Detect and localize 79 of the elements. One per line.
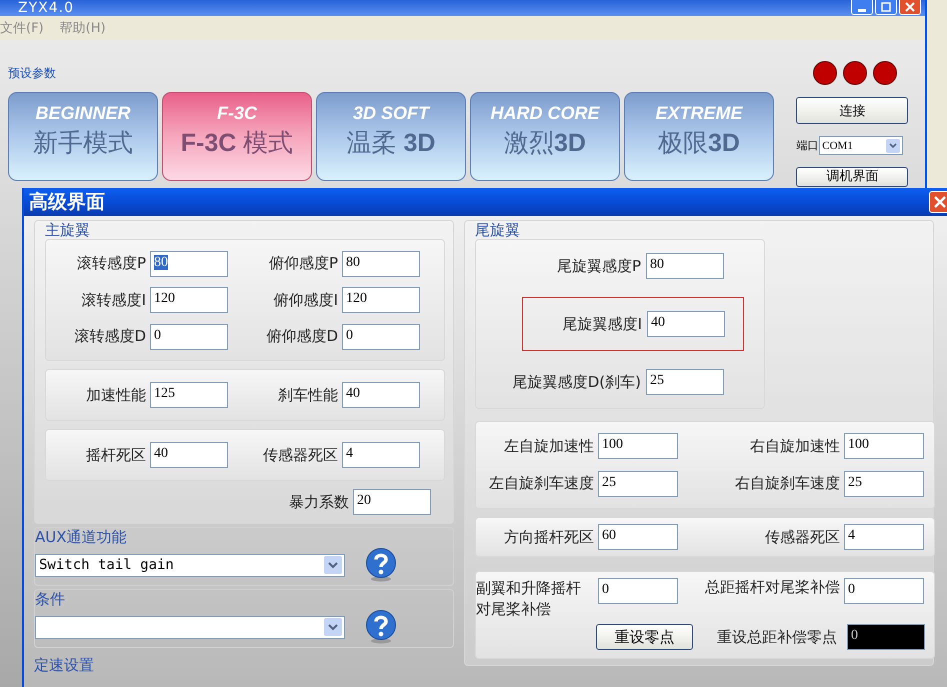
field-label: 刹车性能 bbox=[277, 386, 338, 404]
field-label: 尾旋翼感度I bbox=[562, 314, 642, 334]
input-field[interactable]: 40 bbox=[647, 311, 725, 337]
group-label: 尾旋翼 bbox=[475, 221, 521, 239]
field-label: 总距摇杆对尾桨补偿 bbox=[704, 578, 840, 597]
field-label: 尾旋翼感度P bbox=[556, 256, 641, 276]
field-label: 摇杆死区 bbox=[85, 446, 146, 464]
input-field[interactable]: 0 bbox=[598, 578, 678, 604]
input-field[interactable]: 120 bbox=[342, 287, 420, 313]
help-icon[interactable] bbox=[365, 548, 397, 582]
input-field[interactable]: 60 bbox=[598, 524, 678, 550]
input-field[interactable]: 125 bbox=[150, 382, 228, 408]
close-icon bbox=[934, 196, 946, 208]
field-label: 滚转感度I bbox=[80, 290, 146, 310]
connect-button[interactable]: 连接 bbox=[796, 97, 908, 124]
input-field[interactable]: 80 bbox=[342, 250, 420, 276]
condition-select[interactable] bbox=[35, 616, 345, 638]
maximize-icon bbox=[881, 2, 891, 12]
input-field[interactable]: 4 bbox=[342, 442, 420, 468]
input-field[interactable]: 25 bbox=[598, 470, 678, 497]
field-label: 左自旋加速性 bbox=[503, 436, 594, 456]
window-title: ZYX4.0 bbox=[18, 1, 74, 15]
input-field[interactable]: 100 bbox=[844, 433, 924, 460]
group-label: AUX通道功能 bbox=[35, 528, 128, 546]
preset-button[interactable]: HARD CORE 激烈3D bbox=[470, 92, 620, 181]
close-button[interactable] bbox=[929, 191, 947, 213]
port-label: 端口 bbox=[796, 138, 818, 153]
field-label: 左自旋刹车速度 bbox=[488, 474, 594, 494]
dialog-title: 高级界面 bbox=[29, 190, 105, 215]
field-label: 加速性能 bbox=[85, 386, 146, 404]
caret-icon bbox=[324, 556, 342, 574]
field-label: 右自旋刹车速度 bbox=[734, 474, 840, 494]
close-button[interactable] bbox=[899, 0, 921, 15]
readout-field: 0 bbox=[847, 624, 925, 650]
field-label: 暴力系数 bbox=[289, 492, 349, 512]
field-label: 方向摇杆死区 bbox=[503, 528, 594, 546]
input-field[interactable]: 0 bbox=[150, 324, 228, 350]
group-label: 预设参数 bbox=[8, 65, 56, 82]
tune-button[interactable]: 调机界面 bbox=[796, 167, 908, 187]
input-field[interactable]: 40 bbox=[342, 382, 420, 408]
field-label: 俯仰感度I bbox=[272, 290, 338, 310]
input-field[interactable]: 0 bbox=[844, 578, 924, 604]
field-label: 传感器死区 bbox=[764, 528, 840, 546]
input-field[interactable]: 20 bbox=[353, 489, 431, 515]
minimize-button[interactable] bbox=[851, 0, 873, 15]
field-label: 尾旋翼感度D(刹车) bbox=[512, 372, 641, 392]
input-field[interactable]: 25 bbox=[646, 369, 724, 395]
preset-button[interactable]: F-3C F-3C 模式 bbox=[162, 92, 312, 181]
maximize-button[interactable] bbox=[875, 0, 897, 15]
group-label: 定速设置 bbox=[34, 656, 95, 674]
field-label: 右自旋加速性 bbox=[749, 436, 840, 456]
minimize-icon bbox=[858, 8, 866, 12]
reset-button[interactable]: 重设零点 bbox=[596, 624, 693, 650]
field-label: 俯仰感度D bbox=[265, 327, 338, 346]
caret-icon bbox=[324, 618, 342, 636]
port-select[interactable]: COM1 bbox=[819, 136, 904, 155]
group-label: 主旋翼 bbox=[45, 221, 91, 239]
field-label: 滚转感度P bbox=[76, 254, 146, 273]
group-label: 条件 bbox=[35, 590, 66, 608]
input-field[interactable]: 40 bbox=[150, 442, 228, 468]
preset-button[interactable]: EXTREME 极限3D bbox=[624, 92, 774, 181]
help-icon[interactable] bbox=[365, 610, 397, 644]
aux-select[interactable]: Switch tail gain bbox=[35, 554, 345, 576]
input-field[interactable]: 0 bbox=[342, 324, 420, 350]
field-label: 副翼和升降摇杆对尾桨补偿 bbox=[476, 578, 582, 620]
status-lights-icon bbox=[812, 60, 898, 86]
caret-icon bbox=[886, 138, 900, 152]
input-field[interactable]: 80 bbox=[646, 253, 724, 279]
preset-button[interactable]: 3D SOFT 温柔 3D bbox=[316, 92, 466, 181]
field-label: 传感器死区 bbox=[262, 446, 338, 464]
input-field[interactable]: 25 bbox=[844, 470, 924, 497]
input-field[interactable]: 80 bbox=[150, 250, 228, 276]
close-icon bbox=[905, 2, 915, 12]
field-label: 重设总距补偿零点 bbox=[716, 628, 837, 646]
field-label: 滚转感度D bbox=[73, 327, 146, 346]
field-label: 俯仰感度P bbox=[268, 254, 338, 273]
input-field[interactable]: 120 bbox=[150, 287, 228, 313]
input-field[interactable]: 4 bbox=[844, 524, 924, 550]
input-field[interactable]: 100 bbox=[598, 433, 678, 460]
